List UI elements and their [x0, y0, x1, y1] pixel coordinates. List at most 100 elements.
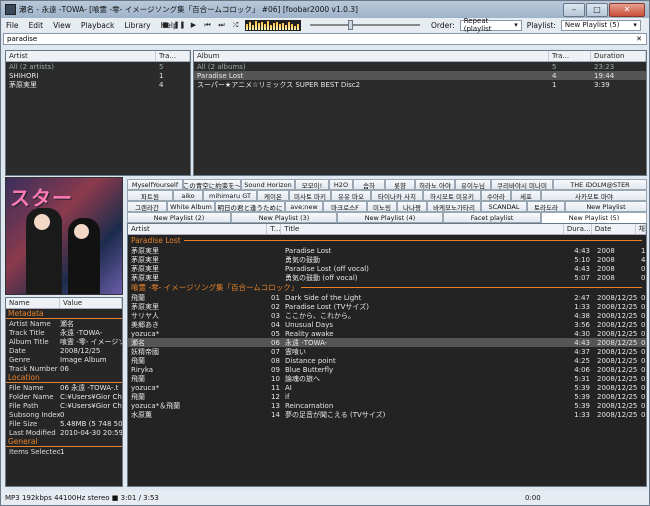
property-row[interactable]: Last Modified 2010-04-30 20:59	[6, 428, 122, 437]
order-select[interactable]: Repeat (playlist ▾	[459, 17, 522, 33]
column-duration[interactable]: Dura...	[564, 224, 592, 234]
tab-playlist[interactable]: 수아라	[481, 190, 511, 201]
property-row[interactable]: Items Selected 1	[6, 447, 122, 456]
search-input[interactable]: paradise ✕	[3, 33, 647, 45]
property-row[interactable]: Track Number 06	[6, 364, 122, 373]
minimize-button[interactable]: –	[563, 2, 585, 17]
tab-playlist[interactable]: mihimaru GT	[203, 190, 257, 201]
list-item[interactable]: All (2 albums) 5 23:23	[194, 62, 646, 71]
table-row[interactable]: 飛蘭 10 論魂の旅へ 5:31 2008/12/25 0	[128, 374, 646, 383]
column-date[interactable]: Date	[592, 224, 636, 234]
column-track[interactable]: T...	[267, 224, 282, 234]
property-row[interactable]: Genre Image Album	[6, 355, 122, 364]
group-header[interactable]: 喰霊 -零- イメージソング集「百合ームコロック」	[128, 282, 646, 293]
tab-playlist[interactable]: 나나짱	[397, 201, 427, 212]
list-item[interactable]: スーパー★アニメ☆リミックス SUPER BEST Disc2 1 3:39	[194, 80, 646, 89]
menu-edit[interactable]: Edit	[24, 21, 49, 30]
tab-playlist[interactable]: Sound Horizon	[241, 179, 295, 190]
table-cell: 0	[641, 273, 646, 282]
tab-playlist[interactable]: 하시모토 미유키	[423, 190, 481, 201]
property-row[interactable]: Subsong Index 0	[6, 410, 122, 419]
table-row[interactable]: 美郷あき 04 Unusual Days 3:56 2008/12/25 0	[128, 320, 646, 329]
tab-playlist[interactable]: 유유 마오	[331, 190, 371, 201]
table-cell: Paradise Lost	[285, 246, 332, 255]
tab-playlist[interactable]: 유이누님	[455, 179, 491, 190]
pause-icon[interactable]: ❚❚	[174, 21, 186, 30]
tab-playlist[interactable]: 사카모토 마야	[541, 190, 647, 201]
tab-playlist[interactable]: 미노링	[367, 201, 397, 212]
property-row[interactable]: File Size 5.48MB (5 748 50	[6, 419, 122, 428]
column-duration[interactable]: Duration	[591, 51, 646, 61]
table-row[interactable]: 茅原実里 勇気の鼓動 (off vocal) 5:07 2008 0	[128, 273, 646, 282]
tab-playlist[interactable]: New Playlist	[565, 201, 647, 212]
tab-playlist[interactable]: H2O	[329, 179, 353, 190]
search-value[interactable]: paradise	[7, 35, 37, 43]
stop-icon[interactable]: ■	[161, 21, 170, 30]
tab-playlist[interactable]: 파트원	[127, 190, 173, 201]
property-row[interactable]: File Name 06 永遠 -TOWA-.t	[6, 383, 122, 392]
tab-playlist[interactable]: 세포	[511, 190, 541, 201]
tab-playlist[interactable]: 그랜라간	[127, 201, 167, 212]
tab-playlist[interactable]: New Playlist (3)	[231, 212, 337, 223]
maximize-button[interactable]: □	[586, 2, 608, 17]
column-value[interactable]: Value	[60, 298, 122, 308]
tab-playlist[interactable]: 솜하	[353, 179, 385, 190]
play-icon[interactable]: ▶	[189, 21, 198, 30]
tab-playlist[interactable]: MyselfYourself	[127, 179, 183, 190]
column-album[interactable]: Album	[194, 51, 549, 61]
column-tracks[interactable]: Tra...	[156, 51, 190, 61]
tab-playlist[interactable]: 히라노 아야	[415, 179, 455, 190]
menu-view[interactable]: View	[48, 21, 76, 30]
playlist-select[interactable]: New Playlist (5) ▾	[560, 19, 641, 31]
menu-file[interactable]: File	[1, 21, 24, 30]
tab-playlist[interactable]: New Playlist (4)	[337, 212, 443, 223]
table-row[interactable]: 水原薫 14 夢の足音が聞こえる (TVサイズ) 1:33 2008/12/25 0	[128, 410, 646, 419]
property-value: Image Album	[60, 355, 107, 364]
tab-playlist-active[interactable]: New Playlist (5)	[541, 212, 647, 223]
menu-library[interactable]: Library	[119, 21, 155, 30]
tab-playlist[interactable]: この青空に約束を～	[183, 179, 241, 190]
close-button[interactable]: ✕	[609, 2, 645, 17]
table-cell: 飛蘭	[131, 374, 145, 383]
column-extra[interactable]: 채	[636, 224, 646, 234]
random-icon[interactable]: ⤮	[231, 21, 240, 30]
group-header[interactable]: Paradise Lost	[128, 235, 646, 246]
tab-playlist[interactable]: 미사토 마키	[289, 190, 331, 201]
tab-playlist[interactable]: Facet playlist	[443, 212, 541, 223]
next-icon[interactable]: ⏭	[217, 21, 226, 30]
tab-playlist[interactable]: 토라도라	[527, 201, 565, 212]
property-row[interactable]: Date 2008/12/25	[6, 346, 122, 355]
tab-playlist[interactable]: 롯향	[385, 179, 415, 190]
property-row[interactable]: Album Title 喰霊 -零- イメージソ	[6, 337, 122, 346]
tab-playlist[interactable]: New Playlist (2)	[127, 212, 231, 223]
list-item[interactable]: All (2 artists) 5	[6, 62, 190, 71]
menu-playback[interactable]: Playback	[76, 21, 119, 30]
tab-playlist[interactable]: 케이온	[257, 190, 289, 201]
tab-playlist[interactable]: 타이나카 사치	[371, 190, 423, 201]
tab-playlist[interactable]: THE iDOLM@STER	[553, 179, 647, 190]
tab-playlist[interactable]: 마크로스F	[323, 201, 367, 212]
title-bar[interactable]: 瀬名 - 永遠 -TOWA- [喰霊 -零- イメージソング集「百合ームコロック…	[1, 1, 649, 18]
track-count: 5	[552, 62, 557, 71]
tab-playlist[interactable]: SCANDAL	[481, 201, 527, 212]
seek-bar[interactable]	[310, 20, 420, 30]
tab-playlist[interactable]: 바케모노가타리	[427, 201, 481, 212]
table-row[interactable]: 飛蘭 08 Distance point 4:25 2008/12/25 0	[128, 356, 646, 365]
tab-playlist[interactable]: 쿠리바야시 미나미	[491, 179, 553, 190]
tab-playlist[interactable]: 明日の君と逢うために	[215, 201, 285, 212]
column-artist[interactable]: Artist	[128, 224, 268, 234]
clear-icon[interactable]: ✕	[636, 35, 642, 43]
property-row[interactable]: Folder Name C:¥Users¥Gior Ch	[6, 392, 122, 401]
tab-playlist[interactable]: White Album	[167, 201, 215, 212]
tab-playlist[interactable]: aiko	[173, 190, 203, 201]
seek-handle[interactable]	[348, 20, 353, 30]
column-artist[interactable]: Artist	[6, 51, 156, 61]
property-row[interactable]: File Path C:¥Users¥Gior Ch	[6, 401, 122, 410]
list-item[interactable]: 茅原実里 4	[6, 80, 190, 89]
previous-icon[interactable]: ⏮	[203, 21, 212, 30]
column-title[interactable]: Title	[281, 224, 564, 234]
tab-playlist[interactable]: 모모이!	[295, 179, 329, 190]
column-name[interactable]: Name	[6, 298, 60, 308]
tab-playlist[interactable]: ave;new	[285, 201, 323, 212]
column-tracks[interactable]: Tra...	[549, 51, 591, 61]
